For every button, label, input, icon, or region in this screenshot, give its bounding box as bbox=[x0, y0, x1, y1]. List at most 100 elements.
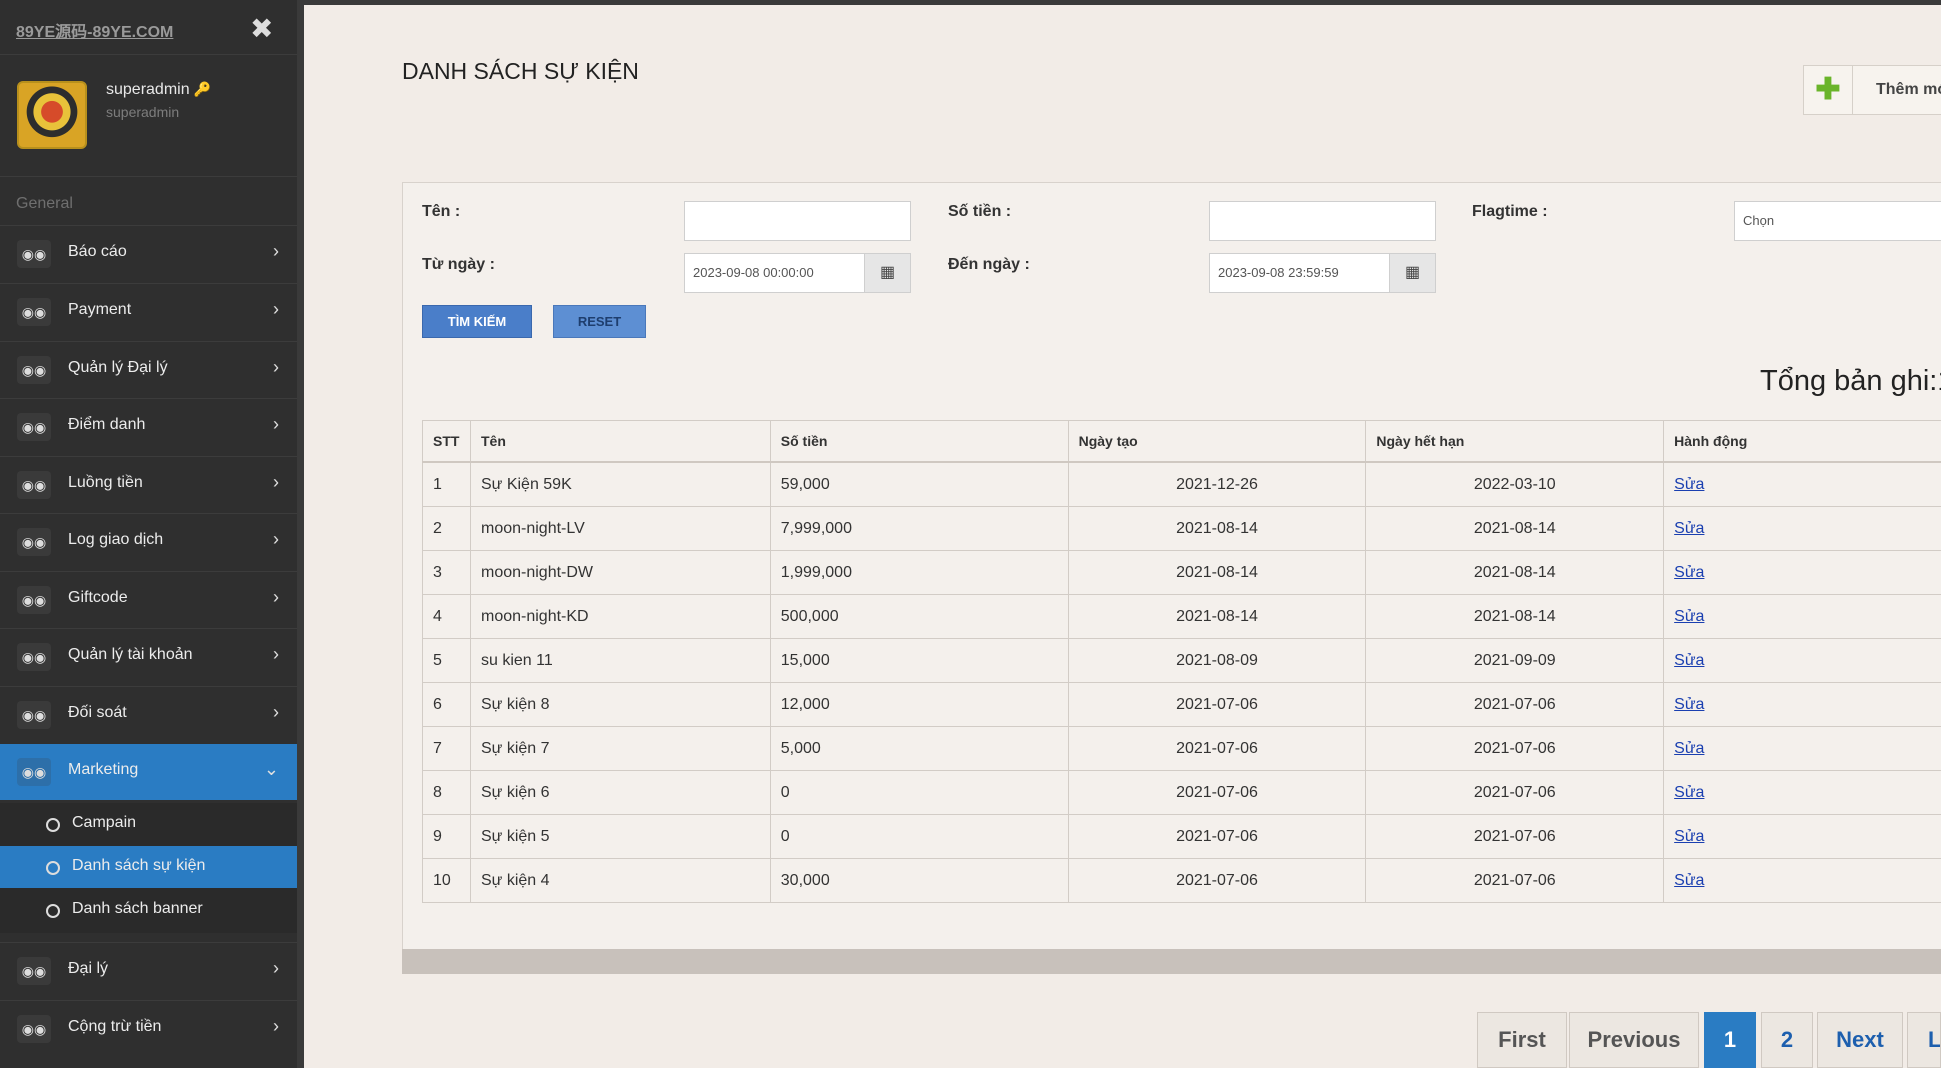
name-filter-input[interactable] bbox=[684, 201, 911, 241]
pagination-page-2[interactable]: 2 bbox=[1761, 1012, 1813, 1068]
edit-link[interactable]: Sửa bbox=[1674, 520, 1704, 537]
sidebar-item-diem-danh[interactable]: ◉◉ Điểm danh › bbox=[0, 398, 297, 454]
brand-link[interactable]: 89YE源码-89YE.COM bbox=[16, 18, 173, 42]
close-icon[interactable]: ✖ bbox=[250, 14, 273, 44]
cell-ngay-tao: 2021-07-06 bbox=[1067, 858, 1367, 903]
table-row: 4 moon-night-KD 500,000 2021-08-14 2021-08-1… bbox=[422, 594, 1941, 639]
key-icon: 🔑 bbox=[193, 81, 212, 97]
edit-link[interactable]: Sửa bbox=[1674, 872, 1704, 889]
cell-ngay-het-han: 2021-09-09 bbox=[1365, 638, 1665, 683]
events-table: STT Tên Số tiền Ngày tạo Ngày hết hạn Hà… bbox=[422, 420, 1941, 903]
sidebar-item-quan-ly-dai-ly[interactable]: ◉◉ Quản lý Đại lý › bbox=[0, 341, 297, 397]
sidebar-item-luong-tien[interactable]: ◉◉ Luồng tiền › bbox=[0, 456, 297, 512]
cell-ngay-tao: 2021-08-09 bbox=[1067, 638, 1367, 683]
cell-so-tien: 1,999,000 bbox=[769, 550, 1069, 595]
sidebar-item-label: Quản lý tài khoản bbox=[68, 646, 193, 663]
from-date-input[interactable]: 2023-09-08 00:00:00 bbox=[684, 253, 865, 293]
add-new-label: Thêm mới bbox=[1876, 81, 1941, 98]
calendar-icon[interactable]: ▦ bbox=[1389, 253, 1436, 293]
gamepad-icon: ◉◉ bbox=[17, 1015, 51, 1043]
column-header-ngay-tao[interactable]: Ngày tạo bbox=[1067, 420, 1367, 463]
edit-link[interactable]: Sửa bbox=[1674, 476, 1704, 493]
cell-ngay-tao: 2021-12-26 bbox=[1067, 461, 1367, 507]
gamepad-icon: ◉◉ bbox=[17, 758, 51, 786]
edit-link[interactable]: Sửa bbox=[1674, 696, 1704, 713]
cell-so-tien: 12,000 bbox=[769, 682, 1069, 727]
sidebar-item-quan-ly-tai-khoan[interactable]: ◉◉ Quản lý tài khoản › bbox=[0, 628, 297, 684]
cell-stt: 10 bbox=[422, 858, 471, 903]
circle-icon bbox=[46, 818, 60, 832]
cell-ngay-het-han: 2021-08-14 bbox=[1365, 594, 1665, 639]
flagtime-select[interactable]: Chọn bbox=[1734, 201, 1941, 241]
edit-link[interactable]: Sửa bbox=[1674, 564, 1704, 581]
sidebar-item-label: Marketing bbox=[68, 761, 139, 778]
cell-stt: 1 bbox=[422, 461, 471, 507]
cell-ten: moon-night-LV bbox=[469, 506, 771, 551]
chevron-right-icon: › bbox=[273, 702, 279, 722]
flagtime-filter-label: Flagtime : bbox=[1472, 203, 1548, 220]
amount-filter-label: Số tiền : bbox=[948, 203, 1012, 220]
sidebar-item-dai-ly[interactable]: ◉◉ Đại lý › bbox=[0, 942, 297, 998]
to-date-input[interactable]: 2023-09-08 23:59:59 bbox=[1209, 253, 1390, 293]
sidebar-item-label: Đại lý bbox=[68, 960, 109, 977]
table-header-row: STT Tên Số tiền Ngày tạo Ngày hết hạn Hà… bbox=[422, 420, 1941, 463]
pagination-previous[interactable]: Previous bbox=[1569, 1012, 1699, 1068]
gamepad-icon: ◉◉ bbox=[17, 356, 51, 384]
from-date-label: Từ ngày : bbox=[422, 256, 495, 273]
cell-hanh-dong: Sửa bbox=[1663, 726, 1941, 771]
cell-ngay-het-han: 2021-08-14 bbox=[1365, 550, 1665, 595]
cell-hanh-dong: Sửa bbox=[1663, 550, 1941, 595]
chevron-right-icon: › bbox=[273, 1016, 279, 1036]
edit-link[interactable]: Sửa bbox=[1674, 608, 1704, 625]
column-header-ngay-het-han[interactable]: Ngày hết hạn bbox=[1365, 420, 1665, 463]
cell-ten: Sự kiện 7 bbox=[469, 726, 771, 771]
pagination-page-1[interactable]: 1 bbox=[1704, 1012, 1756, 1068]
submenu-item-danh-sach-banner[interactable]: Danh sách banner bbox=[0, 889, 297, 931]
from-date-value: 2023-09-08 00:00:00 bbox=[693, 265, 814, 280]
edit-link[interactable]: Sửa bbox=[1674, 652, 1704, 669]
cell-ngay-tao: 2021-08-14 bbox=[1067, 594, 1367, 639]
cell-ten: Sự Kiện 59K bbox=[469, 461, 771, 507]
column-header-stt[interactable]: STT bbox=[422, 420, 471, 463]
add-new-button[interactable]: ✚ Thêm mới bbox=[1803, 65, 1941, 115]
pagination-next[interactable]: Next bbox=[1817, 1012, 1903, 1068]
chevron-right-icon: › bbox=[273, 529, 279, 549]
cell-so-tien: 7,999,000 bbox=[769, 506, 1069, 551]
cell-so-tien: 30,000 bbox=[769, 858, 1069, 903]
table-row: 10 Sự kiện 4 30,000 2021-07-06 2021-07-06 Sửa bbox=[422, 858, 1941, 903]
sidebar-item-marketing[interactable]: ◉◉ Marketing ⌄ bbox=[0, 744, 297, 800]
sidebar-scrollbar[interactable] bbox=[297, 0, 304, 1068]
submenu-item-danh-sach-su-kien[interactable]: Danh sách sự kiện bbox=[0, 846, 297, 888]
submenu-item-campain[interactable]: Campain bbox=[0, 803, 297, 845]
column-header-ten[interactable]: Tên bbox=[469, 420, 771, 463]
chevron-right-icon: › bbox=[273, 958, 279, 978]
amount-filter-input[interactable] bbox=[1209, 201, 1436, 241]
edit-link[interactable]: Sửa bbox=[1674, 784, 1704, 801]
pagination-first[interactable]: First bbox=[1477, 1012, 1567, 1068]
calendar-icon[interactable]: ▦ bbox=[864, 253, 911, 293]
cell-ngay-het-han: 2021-07-06 bbox=[1365, 726, 1665, 771]
edit-link[interactable]: Sửa bbox=[1674, 828, 1704, 845]
cell-hanh-dong: Sửa bbox=[1663, 682, 1941, 727]
table-row: 6 Sự kiện 8 12,000 2021-07-06 2021-07-06 Sửa bbox=[422, 682, 1941, 727]
sidebar-item-log-giao-dich[interactable]: ◉◉ Log giao dịch › bbox=[0, 513, 297, 569]
gamepad-icon: ◉◉ bbox=[17, 957, 51, 985]
sidebar-item-doi-soat[interactable]: ◉◉ Đối soát › bbox=[0, 686, 297, 742]
pagination-last[interactable]: Last bbox=[1907, 1012, 1941, 1068]
sidebar-item-label: Log giao dịch bbox=[68, 531, 164, 548]
cell-ngay-het-han: 2021-07-06 bbox=[1365, 770, 1665, 815]
search-button[interactable]: TÌM KIẾM bbox=[422, 305, 532, 338]
sidebar-item-cong-tru-tien[interactable]: ◉◉ Cộng trừ tiền › bbox=[0, 1000, 297, 1056]
sidebar-item-bao-cao[interactable]: ◉◉ Báo cáo › bbox=[0, 225, 297, 281]
table-row: 9 Sự kiện 5 0 2021-07-06 2021-07-06 Sửa bbox=[422, 814, 1941, 859]
sidebar-item-giftcode[interactable]: ◉◉ Giftcode › bbox=[0, 571, 297, 627]
edit-link[interactable]: Sửa bbox=[1674, 740, 1704, 757]
cell-stt: 4 bbox=[422, 594, 471, 639]
column-header-so-tien[interactable]: Số tiền bbox=[769, 420, 1069, 463]
cell-ngay-tao: 2021-07-06 bbox=[1067, 682, 1367, 727]
chevron-right-icon: › bbox=[273, 357, 279, 377]
sidebar-item-payment[interactable]: ◉◉ Payment › bbox=[0, 283, 297, 339]
reset-button[interactable]: RESET bbox=[553, 305, 646, 338]
divider bbox=[0, 54, 297, 55]
cell-ngay-het-han: 2021-08-14 bbox=[1365, 506, 1665, 551]
